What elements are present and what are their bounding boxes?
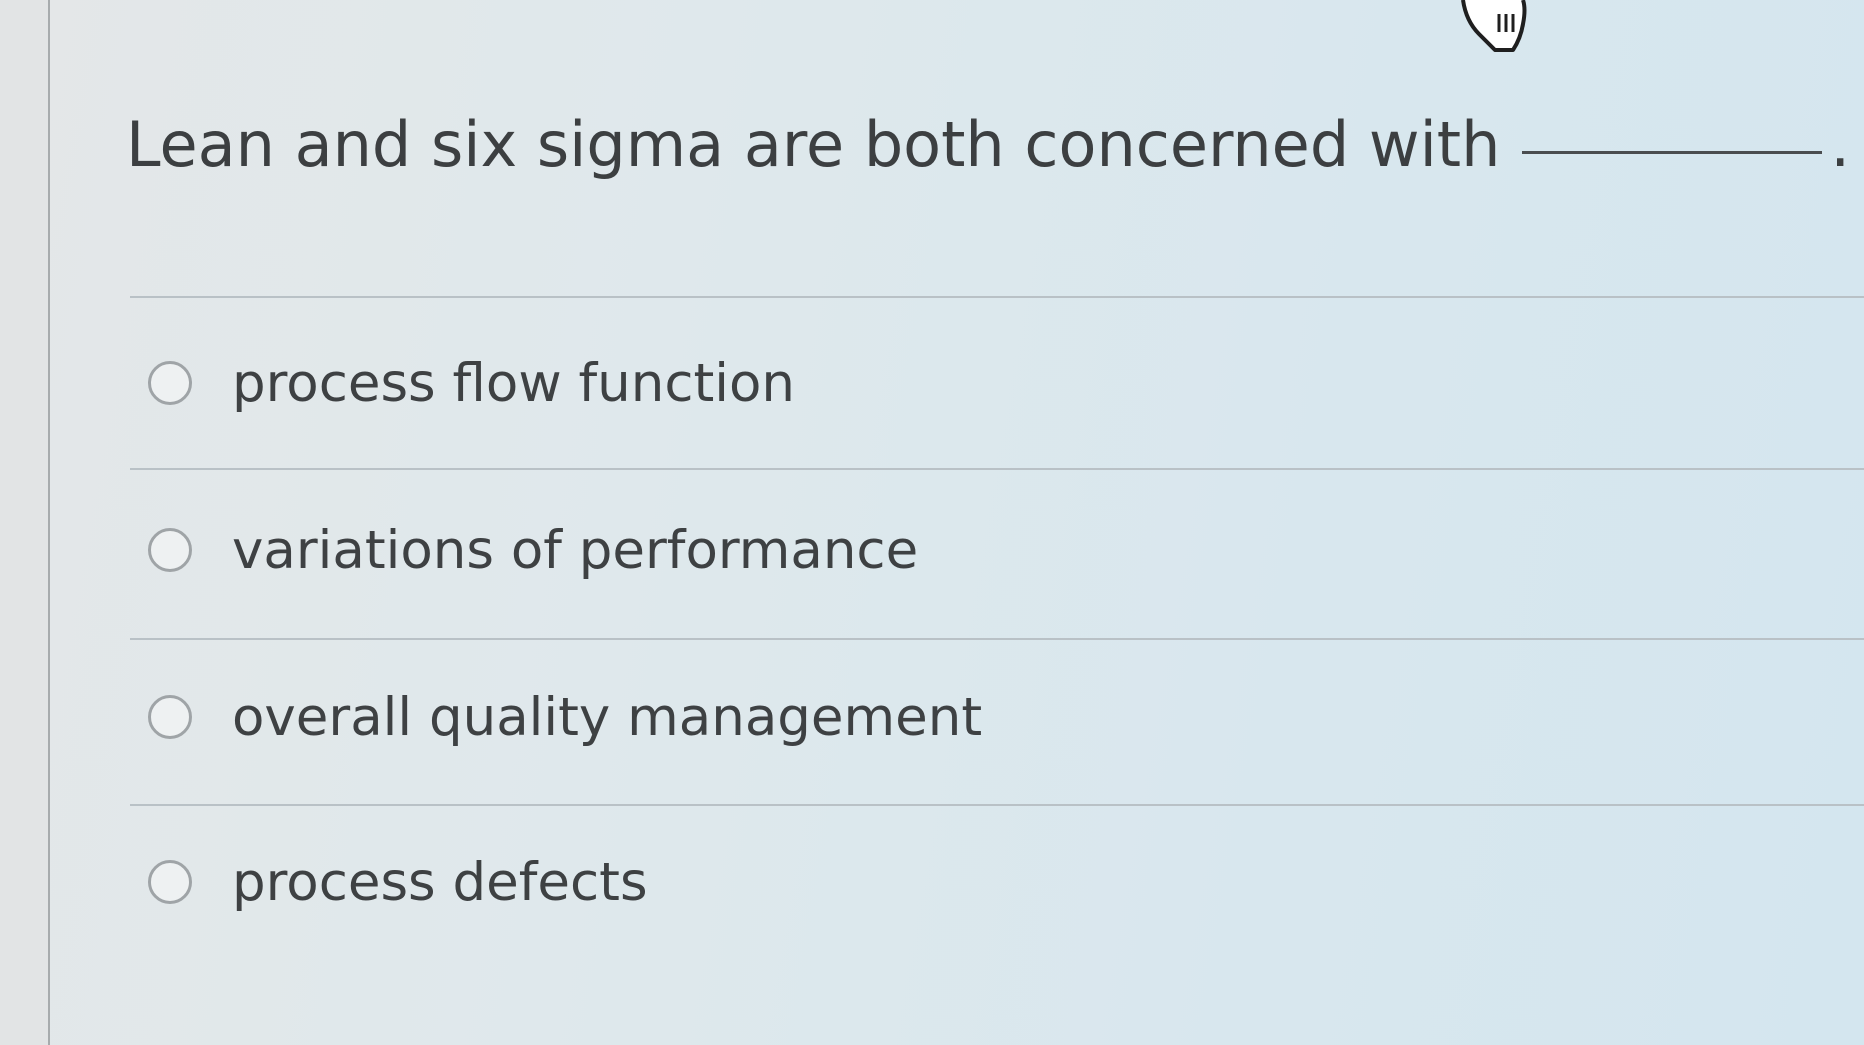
option-process-flow-function[interactable]: process flow function	[148, 338, 1798, 428]
radio-button[interactable]	[148, 361, 192, 405]
quiz-screen: Lean and six sigma are both concerned wi…	[0, 0, 1864, 1045]
option-process-defects[interactable]: process defects	[148, 837, 1798, 927]
left-margin	[0, 0, 48, 1045]
margin-divider	[48, 0, 50, 1045]
option-label: process flow function	[232, 352, 796, 414]
answer-blank	[1522, 151, 1823, 154]
option-label: process defects	[232, 851, 648, 913]
radio-button[interactable]	[148, 528, 192, 572]
question-prompt: Lean and six sigma are both concerned wi…	[126, 105, 1850, 185]
divider-line	[130, 638, 1864, 640]
question-period: .	[1830, 108, 1851, 181]
divider-line	[130, 296, 1864, 298]
option-overall-quality-management[interactable]: overall quality management	[148, 672, 1798, 762]
option-label: overall quality management	[232, 686, 983, 748]
question-text: Lean and six sigma are both concerned wi…	[126, 108, 1501, 181]
divider-line	[130, 804, 1864, 806]
divider-line	[130, 468, 1864, 470]
radio-button[interactable]	[148, 695, 192, 739]
option-variations-of-performance[interactable]: variations of performance	[148, 505, 1798, 595]
option-label: variations of performance	[232, 519, 919, 581]
hand-pointer-icon	[1461, 0, 1527, 52]
radio-button[interactable]	[148, 860, 192, 904]
